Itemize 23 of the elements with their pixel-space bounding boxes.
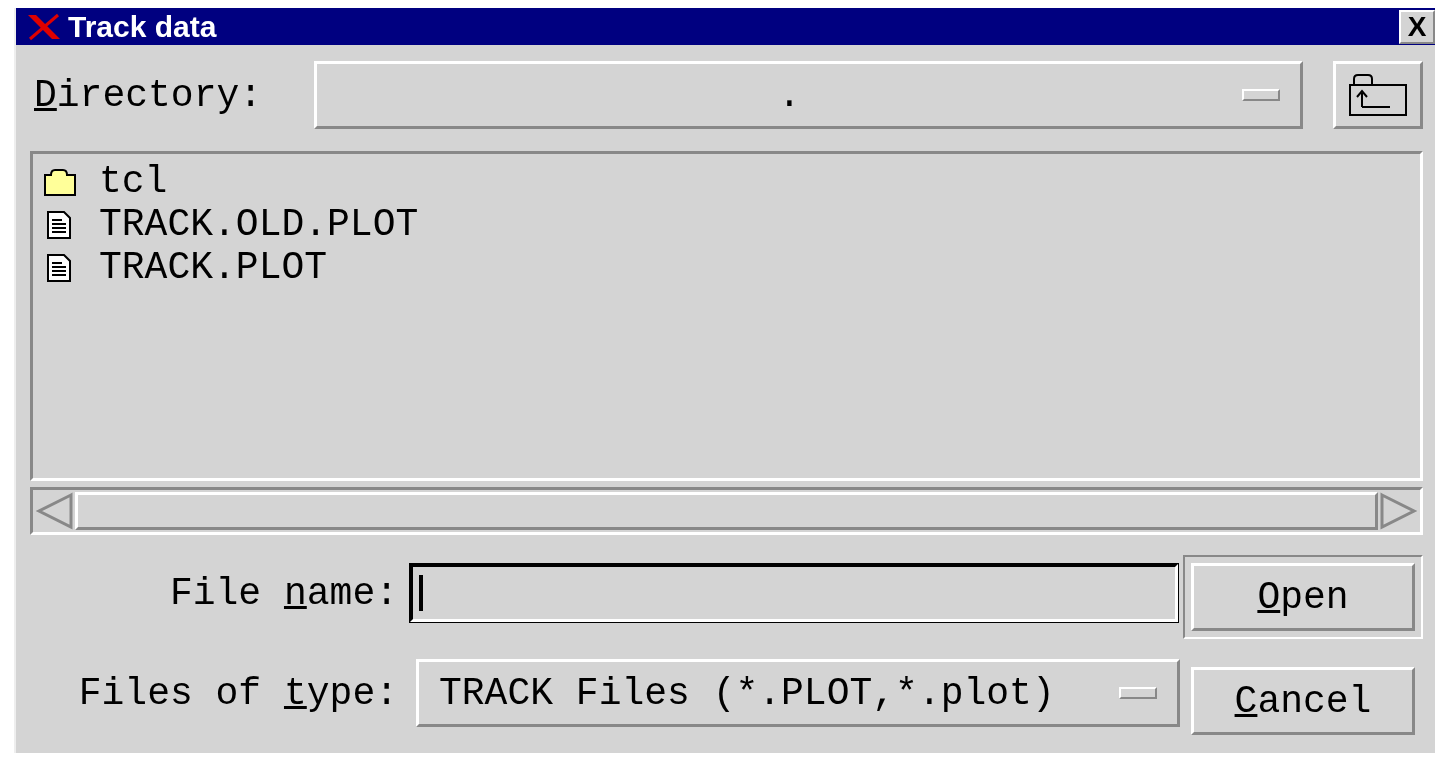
file-type-dropdown[interactable]: TRACK Files (*.PLOT,*.plot)	[416, 659, 1180, 727]
file-list-item[interactable]: TRACK.PLOT	[43, 246, 1410, 289]
dialog-button[interactable]: Open	[1183, 555, 1423, 639]
x-logo-icon	[26, 12, 62, 41]
dropdown-indicator-icon	[1119, 687, 1157, 699]
folder-icon	[43, 166, 77, 197]
directory-label: Directory:	[33, 73, 264, 117]
directory-dropdown[interactable]: .	[314, 61, 1303, 129]
scrollbar-thumb[interactable]	[75, 492, 1378, 530]
folder-up-icon	[1348, 73, 1408, 117]
file-list-item[interactable]: tcl	[43, 160, 1410, 203]
dropdown-indicator-icon	[1242, 89, 1280, 101]
text-cursor-icon	[419, 575, 423, 611]
horizontal-scrollbar[interactable]	[30, 487, 1423, 535]
file-type-label: Files of type:	[77, 671, 399, 715]
file-name-label: File name:	[168, 571, 399, 615]
close-button[interactable]: X	[1399, 9, 1435, 44]
file-list-item[interactable]: TRACK.OLD.PLOT	[43, 203, 1410, 246]
scroll-right-icon[interactable]	[1378, 491, 1418, 531]
window-title: Track data	[68, 9, 218, 44]
scroll-left-icon[interactable]	[35, 491, 75, 531]
file-name-field[interactable]	[410, 564, 1178, 622]
parent-folder-button[interactable]	[1333, 61, 1423, 129]
